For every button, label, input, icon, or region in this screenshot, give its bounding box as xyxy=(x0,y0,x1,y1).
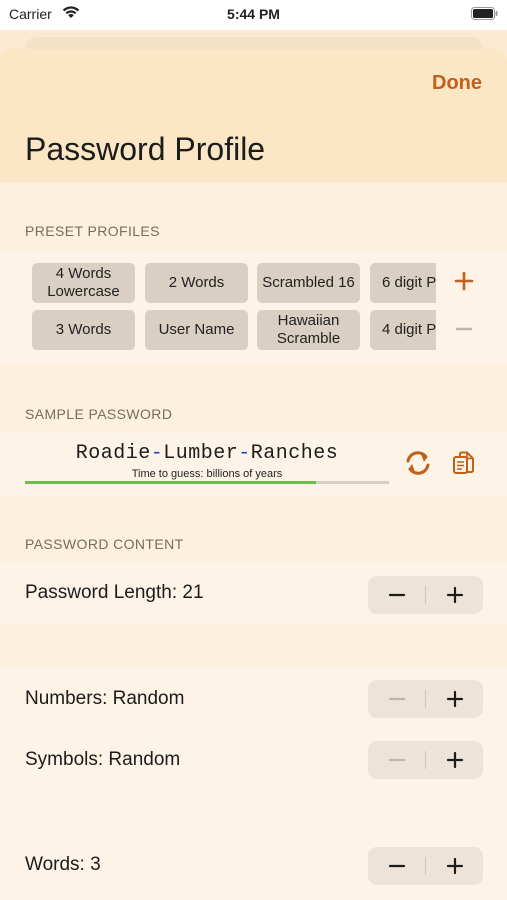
page-title: Password Profile xyxy=(25,131,266,167)
strength-meter xyxy=(25,481,389,484)
password-length-label: Password Length: 21 xyxy=(25,582,204,603)
plus-icon xyxy=(446,751,463,769)
time-to-guess: Time to guess: billions of years xyxy=(131,468,283,480)
decrement-button[interactable] xyxy=(368,680,425,718)
character-options-group: Numbers: Random Symbols: Random xyxy=(0,668,507,838)
password-word: Lumber xyxy=(163,442,239,465)
preset-button[interactable]: User Name xyxy=(145,310,248,350)
password-word: Roadie xyxy=(75,442,151,465)
battery-icon xyxy=(471,7,498,25)
password-separator: - xyxy=(150,442,164,465)
minus-icon xyxy=(388,758,405,762)
plus-icon xyxy=(446,690,463,708)
remove-preset-minus-icon[interactable] xyxy=(452,317,476,341)
numbers-label: Numbers: Random xyxy=(25,688,185,709)
password-word: Ranches xyxy=(250,442,339,465)
preset-button[interactable]: 3 Words xyxy=(32,310,135,350)
add-preset-plus-icon[interactable] xyxy=(452,269,476,293)
sample-password-text: Roadie-Lumber-Ranches xyxy=(0,442,414,465)
sample-password-group: Roadie-Lumber-Ranches Time to guess: bil… xyxy=(0,433,507,495)
minus-icon xyxy=(388,697,405,701)
status-bar: Carrier 5:44 PM xyxy=(0,0,507,30)
preset-button[interactable]: 6 digit PIN xyxy=(370,263,436,303)
copy-icon[interactable] xyxy=(451,450,479,483)
password-profile-sheet: Done Password Profile PRESET PROFILES 4 … xyxy=(0,49,507,900)
sample-password-label: SAMPLE PASSWORD xyxy=(25,406,173,422)
decrement-button[interactable] xyxy=(368,576,425,614)
minus-icon xyxy=(388,864,405,868)
increment-button[interactable] xyxy=(426,847,483,885)
numbers-stepper xyxy=(368,680,483,718)
strength-meter-fill xyxy=(25,481,317,484)
preset-button[interactable]: Scrambled 16 xyxy=(257,263,360,303)
sheet-header: Done Password Profile xyxy=(0,49,507,182)
password-length-row: Password Length: 21 xyxy=(0,562,507,624)
increment-button[interactable] xyxy=(426,741,483,779)
clock: 5:44 PM xyxy=(227,6,280,22)
preset-button[interactable]: 2 Words xyxy=(145,263,248,303)
minus-icon xyxy=(388,593,405,597)
words-row: Words: 3 xyxy=(0,833,507,900)
done-button[interactable]: Done xyxy=(432,72,482,95)
increment-button[interactable] xyxy=(426,576,483,614)
preset-profiles-group: 4 Words Lowercase 2 Words Scrambled 16 6… xyxy=(0,251,507,363)
decrement-button[interactable] xyxy=(368,741,425,779)
symbols-stepper xyxy=(368,741,483,779)
plus-icon xyxy=(446,857,463,875)
preset-button[interactable]: 4 digit PIN xyxy=(370,310,436,350)
words-label: Words: 3 xyxy=(25,854,101,875)
preset-button[interactable]: 4 Words Lowercase xyxy=(32,263,135,303)
refresh-icon[interactable] xyxy=(404,449,432,482)
preset-profiles-label: PRESET PROFILES xyxy=(25,223,160,239)
words-stepper xyxy=(368,847,483,885)
increment-button[interactable] xyxy=(426,680,483,718)
password-content-label: PASSWORD CONTENT xyxy=(25,536,184,552)
plus-icon xyxy=(446,586,463,604)
preset-button[interactable]: Hawaiian Scramble xyxy=(257,310,360,350)
preset-scroll-area[interactable]: 4 Words Lowercase 2 Words Scrambled 16 6… xyxy=(32,251,436,361)
symbols-label: Symbols: Random xyxy=(25,749,181,770)
password-length-stepper xyxy=(368,576,483,614)
decrement-button[interactable] xyxy=(368,847,425,885)
password-separator: - xyxy=(238,442,251,465)
